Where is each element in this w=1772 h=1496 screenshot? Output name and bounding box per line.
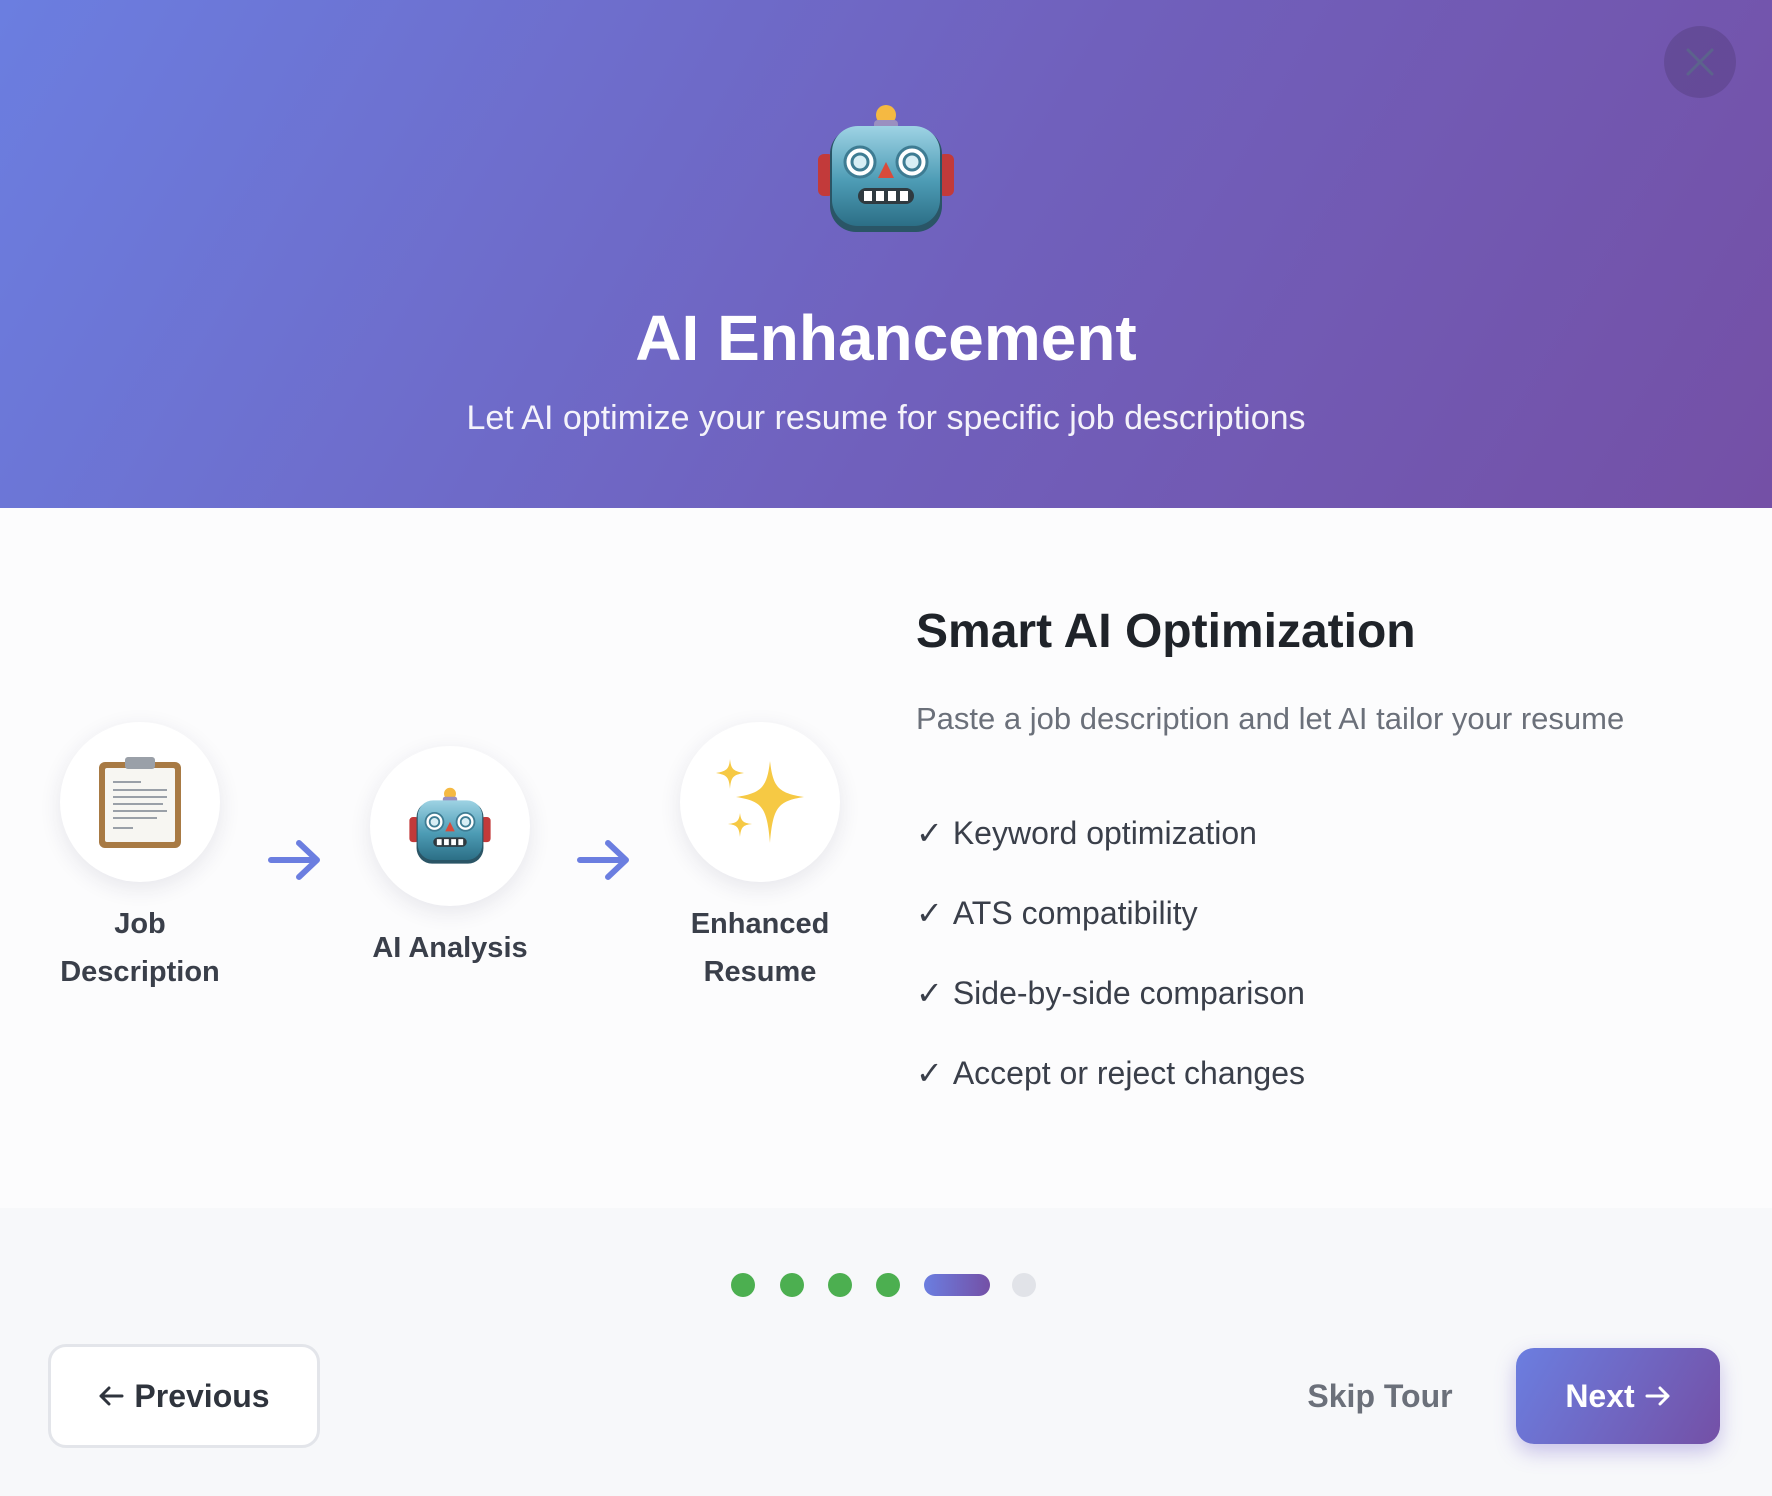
page-title: AI Enhancement	[635, 302, 1137, 374]
close-icon	[1686, 48, 1714, 76]
check-icon: ✓	[916, 895, 943, 931]
step-label-ai-analysis: AI Analysis	[372, 932, 528, 964]
step-label-enhanced-resume: Enhanced Resume	[690, 908, 830, 988]
progress-dot[interactable]	[780, 1273, 804, 1297]
feature-item: ✓ Side-by-side comparison	[916, 968, 1305, 1048]
sparkles-icon	[716, 759, 804, 843]
check-icon: ✓	[916, 815, 943, 851]
feature-item: ✓ Keyword optimization	[916, 808, 1305, 888]
previous-button[interactable]: Previous	[48, 1344, 320, 1448]
robot-icon	[818, 105, 954, 232]
feature-item: ✓ ATS compatibility	[916, 888, 1305, 968]
step-ai-analysis	[370, 746, 530, 906]
arrow-right-icon	[268, 840, 320, 880]
progress-dot[interactable]	[876, 1273, 900, 1297]
progress-dot[interactable]	[828, 1273, 852, 1297]
step-enhanced-resume	[680, 722, 840, 882]
robot-icon	[409, 787, 491, 864]
progress-dot[interactable]	[1012, 1273, 1036, 1297]
tour-modal: AI Enhancement Let AI optimize your resu…	[0, 0, 1772, 1496]
feature-item: ✓ Accept or reject changes	[916, 1048, 1305, 1128]
close-button[interactable]	[1664, 26, 1736, 98]
arrow-left-icon	[99, 1386, 124, 1406]
page-subtitle: Let AI optimize your resume for specific…	[466, 399, 1306, 437]
progress-dot-active[interactable]	[924, 1274, 990, 1296]
progress-dot[interactable]	[731, 1273, 755, 1297]
skip-tour-button[interactable]: Skip Tour	[1290, 1360, 1470, 1432]
check-icon: ✓	[916, 975, 943, 1011]
arrow-right-icon	[577, 840, 629, 880]
tour-header: AI Enhancement Let AI optimize your resu…	[0, 0, 1772, 508]
step-label-job-description: Job Description	[60, 908, 220, 988]
feature-title: Smart AI Optimization	[916, 605, 1416, 658]
step-job-description	[60, 722, 220, 882]
check-icon: ✓	[916, 1055, 943, 1091]
feature-description: Paste a job description and let AI tailo…	[916, 701, 1625, 736]
progress-dots	[0, 1270, 1772, 1300]
clipboard-icon	[99, 757, 181, 848]
feature-list: ✓ Keyword optimization ✓ ATS compatibili…	[916, 808, 1305, 1128]
arrow-right-icon	[1645, 1386, 1670, 1406]
next-button[interactable]: Next	[1516, 1348, 1720, 1444]
tour-content	[0, 508, 1772, 1208]
